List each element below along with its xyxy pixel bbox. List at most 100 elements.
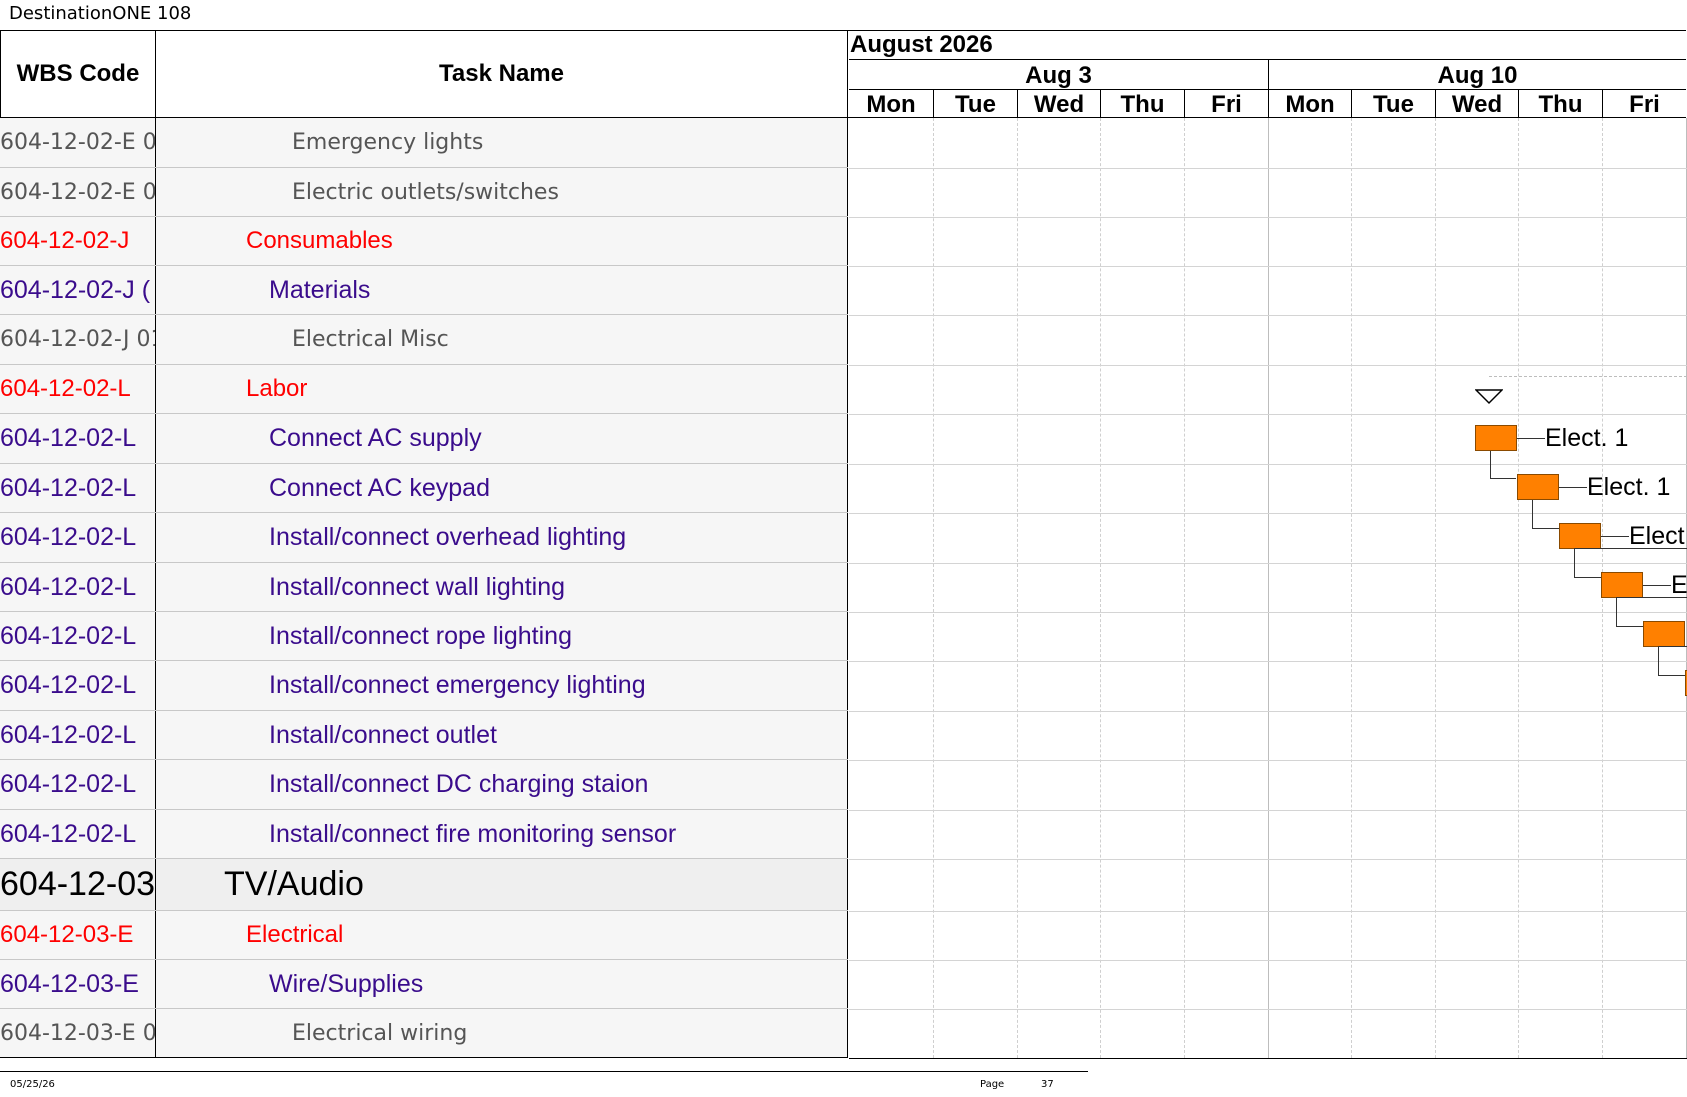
wbs-code-cell: 604-12-02-J <box>0 217 156 265</box>
task-row[interactable]: 604-12-02-L Install/connect overhead lig… <box>0 513 848 563</box>
task-row[interactable]: 604-12-02-J ( Materials <box>0 266 848 315</box>
summary-triangle-icon <box>1475 389 1503 405</box>
task-name-cell: Install/connect wall lighting <box>156 563 848 611</box>
task-row[interactable]: 604-12-03-E Wire/Supplies <box>0 960 848 1009</box>
task-row[interactable]: 604-12-02-L Connect AC supply <box>0 414 848 464</box>
task-bar[interactable] <box>1559 523 1601 549</box>
row-line <box>849 266 1687 267</box>
row-line <box>849 859 1687 860</box>
task-bar[interactable] <box>1517 474 1559 500</box>
dependency-link <box>1616 598 1643 627</box>
task-row[interactable]: 604-12-02-L Install/connect emergency li… <box>0 661 848 711</box>
row-line <box>849 1058 1687 1059</box>
row-line <box>849 711 1687 712</box>
task-row[interactable]: 604-12-02-L Labor <box>0 365 848 414</box>
task-name-cell: Install/connect emergency lighting <box>156 661 848 710</box>
wbs-code-cell: 604-12-03-E 0 <box>0 1009 156 1057</box>
task-name-cell: Electric outlets/switches <box>156 168 848 216</box>
wbs-code-cell: 604-12-02-L <box>0 661 156 710</box>
bar-label-leader <box>1517 438 1545 439</box>
wbs-code-cell: 604-12-02-L <box>0 365 156 413</box>
timescale-day: Mon <box>866 91 916 118</box>
wbs-code-cell: 604-12-02-L <box>0 612 156 660</box>
task-row[interactable]: 604-12-02-L Connect AC keypad <box>0 464 848 513</box>
timescale-week-2: Aug 10 <box>1268 60 1686 90</box>
wbs-code-cell: 604-12-02-L <box>0 414 156 463</box>
timescale-week-1: Aug 3 <box>849 60 1268 90</box>
wbs-code-cell: 604-12-03-E <box>0 911 156 959</box>
task-name-cell: Emergency lights <box>156 118 848 167</box>
timescale-day: Wed <box>1017 90 1100 118</box>
wbs-code-cell: 604-12-02-J ( <box>0 266 156 314</box>
dependency-link <box>1574 548 1687 549</box>
dependency-link <box>1532 500 1559 529</box>
bar-label: Elect. 1 <box>1587 473 1671 501</box>
task-name-cell: Connect AC supply <box>156 414 848 463</box>
row-line <box>849 168 1687 169</box>
column-header-task-name[interactable]: Task Name <box>156 30 848 118</box>
timescale-day: Tue <box>933 90 1017 118</box>
grid-line <box>1518 118 1519 1058</box>
dependency-link <box>1658 646 1687 647</box>
task-name-cell: Install/connect fire monitoring sensor <box>156 810 848 858</box>
grid-line <box>1268 118 1269 1058</box>
column-header-wbs-code[interactable]: WBS Code <box>0 30 156 118</box>
task-row[interactable]: 604-12-02-J Consumables <box>0 217 848 266</box>
footer-page-label: Page <box>980 1079 1005 1090</box>
timescale-day: Mon <box>1268 90 1351 118</box>
dependency-link <box>1574 549 1601 578</box>
gantt-chart-area[interactable]: Elect. 1 Elect. 1 Elect E <box>849 118 1687 1059</box>
grid-line <box>1017 118 1018 1058</box>
row-line <box>849 1009 1687 1010</box>
task-row[interactable]: 604-12-02-L Install/connect DC charging … <box>0 760 848 810</box>
wbs-code-cell: 604-12-03-E <box>0 960 156 1008</box>
task-name-cell: Electrical Misc <box>156 315 848 364</box>
task-bar[interactable] <box>1475 425 1517 451</box>
task-bar[interactable] <box>1601 572 1643 598</box>
task-row[interactable]: 604-12-02-J 01 Electrical Misc <box>0 315 848 365</box>
task-name-cell: Install/connect DC charging staion <box>156 760 848 809</box>
task-row[interactable]: 604-12-03-E Electrical <box>0 911 848 960</box>
task-row[interactable]: 604-12-02-L Install/connect rope lightin… <box>0 612 848 661</box>
row-line <box>849 911 1687 912</box>
document-title: DestinationONE 108 <box>9 3 192 24</box>
task-name-cell: Electrical <box>156 911 848 959</box>
row-line <box>849 661 1687 662</box>
task-name-cell: Install/connect rope lighting <box>156 612 848 660</box>
wbs-code-cell: 604-12-02-E 0 <box>0 168 156 216</box>
task-row[interactable]: 604-12-03 TV/Audio <box>0 859 848 911</box>
task-row[interactable]: 604-12-02-E 0 Electric outlets/switches <box>0 168 848 217</box>
task-row[interactable]: 604-12-03-E 0 Electrical wiring <box>0 1009 848 1058</box>
timescale-day: Wed <box>1435 90 1518 118</box>
timescale-day: Fri <box>1602 90 1686 118</box>
dependency-link <box>1658 647 1687 676</box>
row-line <box>849 513 1687 514</box>
row-line <box>849 315 1687 316</box>
row-line <box>849 217 1687 218</box>
timescale-day: Thu <box>1100 90 1184 118</box>
row-line <box>849 612 1687 613</box>
row-line <box>849 760 1687 761</box>
footer-page-number: 37 <box>1041 1079 1054 1090</box>
task-name-cell: Labor <box>156 365 848 413</box>
bar-label-leader <box>1643 585 1671 586</box>
task-bar[interactable] <box>1643 621 1685 647</box>
bar-label: Elect. 1 <box>1545 424 1629 452</box>
task-row[interactable]: 604-12-02-L Install/connect outlet <box>0 711 848 760</box>
wbs-code-cell: 604-12-03 <box>0 859 156 910</box>
task-row[interactable]: 604-12-02-L Install/connect fire monitor… <box>0 810 848 859</box>
timescale-day: Thu <box>1518 90 1602 118</box>
footer-date: 05/25/26 <box>10 1079 55 1090</box>
grid-line <box>1351 118 1352 1058</box>
bar-label: Elect <box>1629 522 1685 550</box>
grid-line <box>933 118 934 1058</box>
row-line <box>849 464 1687 465</box>
task-row[interactable]: 604-12-02-L Install/connect wall lightin… <box>0 563 848 612</box>
task-name-cell: Electrical wiring <box>156 1009 848 1057</box>
wbs-code-cell: 604-12-02-L <box>0 810 156 858</box>
task-name-cell: Install/connect overhead lighting <box>156 513 848 562</box>
timescale-month: August 2026 <box>849 30 1686 60</box>
dependency-link <box>1616 597 1687 598</box>
task-row[interactable]: 604-12-02-E 0 Emergency lights <box>0 118 848 168</box>
timescale-day: Fri <box>1184 90 1268 118</box>
